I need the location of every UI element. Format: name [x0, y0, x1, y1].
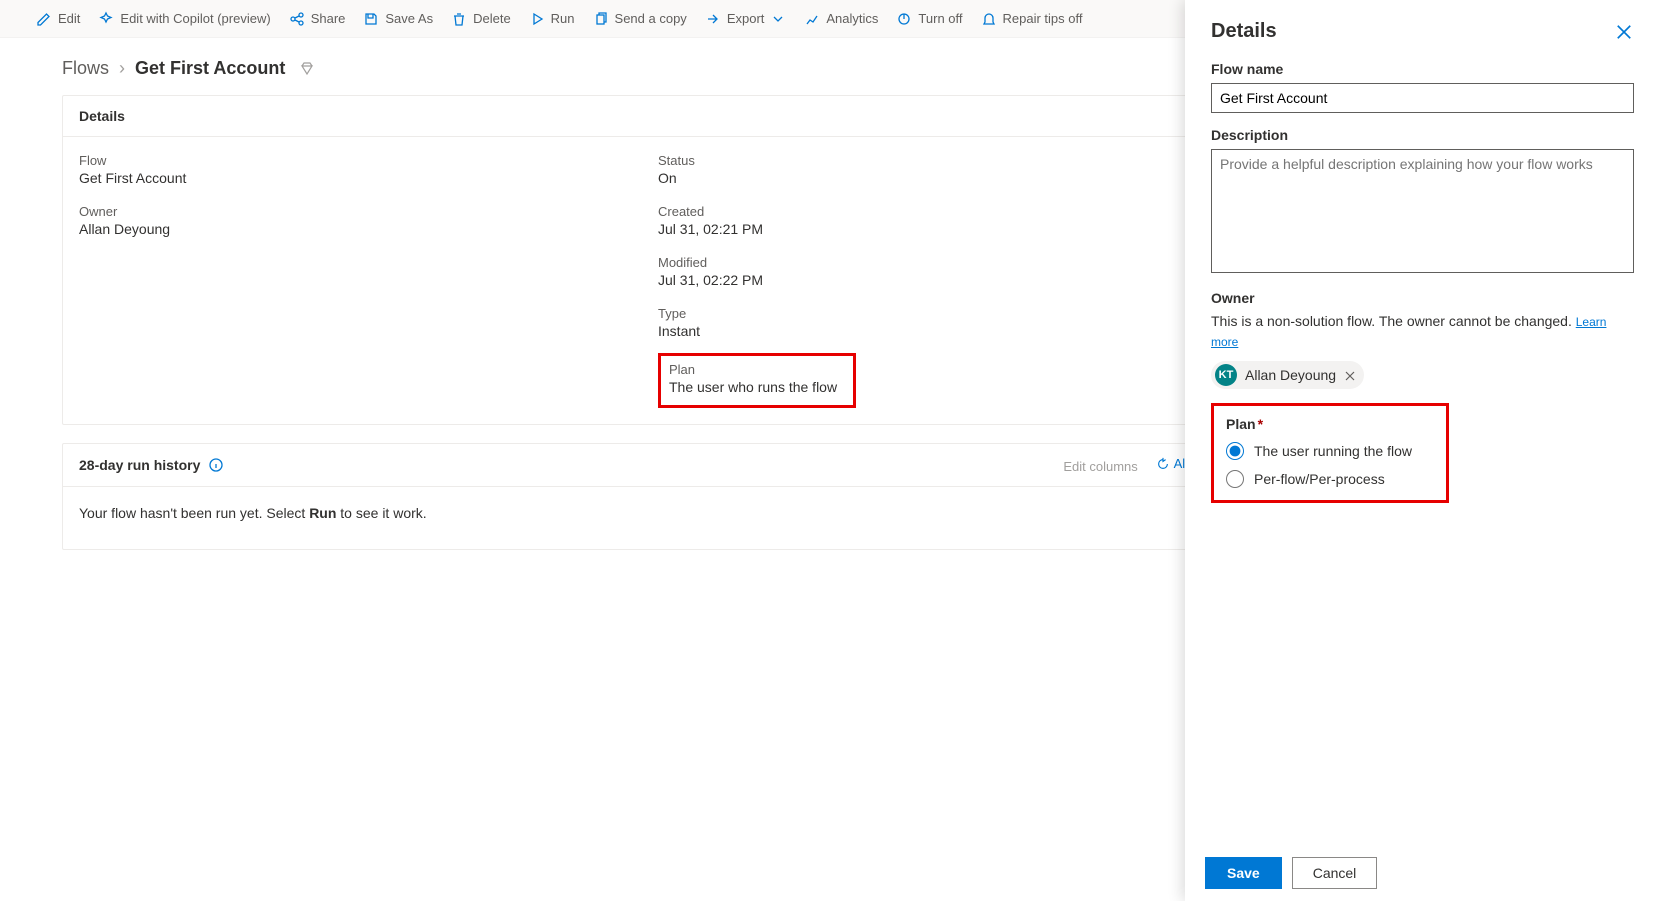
- trash-icon: [451, 11, 467, 27]
- export-button[interactable]: Export: [705, 11, 787, 27]
- plan-radio-user[interactable]: [1226, 442, 1244, 460]
- bell-icon: [981, 11, 997, 27]
- turn-off-label: Turn off: [918, 11, 962, 26]
- plan-opt1-label: The user running the flow: [1254, 443, 1412, 459]
- modified-label: Modified: [658, 255, 1217, 270]
- modified-value: Jul 31, 02:22 PM: [658, 272, 1217, 288]
- created-field: Created Jul 31, 02:21 PM: [658, 204, 1217, 237]
- edit-button[interactable]: Edit: [36, 11, 80, 27]
- delete-button[interactable]: Delete: [451, 11, 511, 27]
- pencil-icon: [36, 11, 52, 27]
- sparkle-icon: [98, 11, 114, 27]
- owner-field: Owner Allan Deyoung: [79, 204, 638, 237]
- analytics-button[interactable]: Analytics: [804, 11, 878, 27]
- save-button[interactable]: Save: [1205, 857, 1282, 889]
- history-title: 28-day run history: [79, 457, 200, 473]
- chart-icon: [804, 11, 820, 27]
- type-value: Instant: [658, 323, 1217, 339]
- panel-title: Details: [1211, 20, 1277, 43]
- created-label: Created: [658, 204, 1217, 219]
- run-history-card: 28-day run history Edit columns All runs…: [62, 443, 1234, 550]
- flow-value: Get First Account: [79, 170, 638, 186]
- status-value: On: [658, 170, 1217, 186]
- send-copy-label: Send a copy: [615, 11, 687, 26]
- description-textarea[interactable]: [1211, 149, 1634, 273]
- plan-option-user[interactable]: The user running the flow: [1226, 442, 1434, 460]
- owner-value: Allan Deyoung: [79, 221, 638, 237]
- edit-label: Edit: [58, 11, 80, 26]
- send-copy-button[interactable]: Send a copy: [593, 11, 687, 27]
- save-as-label: Save As: [385, 11, 433, 26]
- close-button[interactable]: [1614, 22, 1634, 42]
- breadcrumb-current: Get First Account: [135, 58, 285, 79]
- history-empty-message: Your flow hasn't been run yet. Select Ru…: [63, 487, 1233, 549]
- remove-owner-icon[interactable]: [1344, 369, 1356, 381]
- plan-block-highlighted: Plan* The user running the flow Per-flow…: [1211, 403, 1449, 503]
- repair-tips-label: Repair tips off: [1003, 11, 1083, 26]
- breadcrumb-flows[interactable]: Flows: [62, 58, 109, 79]
- description-label: Description: [1211, 127, 1634, 143]
- save-as-button[interactable]: Save As: [363, 11, 433, 27]
- plan-field-highlighted: Plan The user who runs the flow: [658, 353, 856, 408]
- plan-label: Plan: [669, 362, 843, 377]
- flow-field: Flow Get First Account: [79, 153, 638, 186]
- edit-columns-link[interactable]: Edit columns: [1063, 459, 1137, 474]
- copy-icon: [593, 11, 609, 27]
- plan-option-perflow[interactable]: Per-flow/Per-process: [1226, 470, 1434, 488]
- details-panel: Details Flow name Description Owner This…: [1185, 0, 1660, 901]
- chevron-down-icon: [770, 11, 786, 27]
- save-icon: [363, 11, 379, 27]
- plan-value: The user who runs the flow: [669, 379, 843, 395]
- status-field: Status On: [658, 153, 1217, 186]
- flow-label: Flow: [79, 153, 638, 168]
- share-label: Share: [311, 11, 346, 26]
- play-icon: [529, 11, 545, 27]
- info-icon[interactable]: [208, 457, 224, 473]
- edit-copilot-label: Edit with Copilot (preview): [120, 11, 270, 26]
- run-label: Run: [551, 11, 575, 26]
- plan-radio-perflow[interactable]: [1226, 470, 1244, 488]
- analytics-label: Analytics: [826, 11, 878, 26]
- owner-chip-name: Allan Deyoung: [1245, 367, 1336, 383]
- panel-owner-label: Owner: [1211, 290, 1634, 306]
- type-field: Type Instant: [658, 306, 1217, 339]
- breadcrumb-separator: ›: [119, 58, 125, 79]
- panel-plan-label: Plan*: [1226, 416, 1434, 432]
- status-label: Status: [658, 153, 1217, 168]
- created-value: Jul 31, 02:21 PM: [658, 221, 1217, 237]
- details-card: Details Edit Flow Get First Account Owne…: [62, 95, 1234, 425]
- power-icon: [896, 11, 912, 27]
- plan-opt2-label: Per-flow/Per-process: [1254, 471, 1385, 487]
- turn-off-button[interactable]: Turn off: [896, 11, 962, 27]
- edit-copilot-button[interactable]: Edit with Copilot (preview): [98, 11, 270, 27]
- share-icon: [289, 11, 305, 27]
- premium-icon: [299, 61, 315, 77]
- owner-chip: KT Allan Deyoung: [1211, 361, 1364, 389]
- export-icon: [705, 11, 721, 27]
- delete-label: Delete: [473, 11, 511, 26]
- details-title: Details: [79, 108, 125, 124]
- share-button[interactable]: Share: [289, 11, 346, 27]
- cancel-button[interactable]: Cancel: [1292, 857, 1378, 889]
- flow-name-input[interactable]: [1211, 83, 1634, 113]
- modified-field: Modified Jul 31, 02:22 PM: [658, 255, 1217, 288]
- owner-label: Owner: [79, 204, 638, 219]
- owner-note: This is a non-solution flow. The owner c…: [1211, 312, 1634, 351]
- repair-tips-button[interactable]: Repair tips off: [981, 11, 1083, 27]
- flow-name-label: Flow name: [1211, 61, 1634, 77]
- type-label: Type: [658, 306, 1217, 321]
- run-button[interactable]: Run: [529, 11, 575, 27]
- export-label: Export: [727, 11, 765, 26]
- owner-chip-avatar: KT: [1215, 364, 1237, 386]
